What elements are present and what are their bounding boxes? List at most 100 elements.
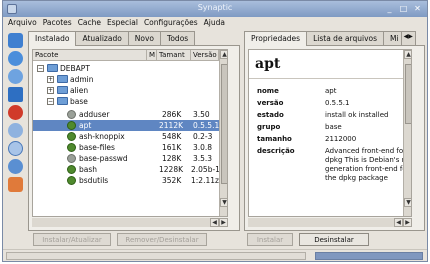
package-list[interactable]: Pacote M Tamant Versão − DEBAPT + admin … xyxy=(32,49,228,217)
stop-icon[interactable] xyxy=(7,105,23,120)
scroll-down-icon[interactable]: ▼ xyxy=(220,198,227,207)
tree-node-admin[interactable]: + admin xyxy=(33,74,219,85)
package-row[interactable]: ash-knoppix 548K 0.2-3 xyxy=(33,131,219,142)
detail-description: Advanced front-end for dpkg This is Debi… xyxy=(325,147,411,182)
menu-cache[interactable]: Cache xyxy=(75,17,104,29)
package-size: 2112K xyxy=(159,121,184,130)
title-bar[interactable]: Synaptic _ □ ✕ xyxy=(3,1,427,17)
tree-node-label: alien xyxy=(70,86,89,95)
scroll-left-icon[interactable]: ◀ xyxy=(210,218,219,227)
users-icon[interactable] xyxy=(7,123,23,138)
remove-uninstall-button[interactable]: Remover/Desinstalar xyxy=(117,233,207,246)
package-browser: Instalado Atualizado Novo Todos Pacote M… xyxy=(28,31,240,231)
package-size: 161K xyxy=(162,143,182,152)
back-icon[interactable] xyxy=(7,69,23,84)
package-row[interactable]: base-files 161K 3.0.8 xyxy=(33,142,219,153)
package-name: adduser xyxy=(79,110,110,119)
package-name: ash-knoppix xyxy=(79,132,125,141)
tab-novo[interactable]: Novo xyxy=(127,31,162,45)
menu-ajuda[interactable]: Ajuda xyxy=(201,17,228,29)
tab-todos[interactable]: Todos xyxy=(160,31,196,45)
detail-label: nome xyxy=(257,87,279,95)
filter-icon[interactable] xyxy=(7,177,23,192)
settings-icon[interactable] xyxy=(7,159,23,174)
scroll-up-icon[interactable]: ▲ xyxy=(404,50,411,59)
collapse-icon[interactable]: − xyxy=(37,65,44,72)
tab-scroll-arrows[interactable]: ◀▶ xyxy=(400,31,416,45)
package-status-icon xyxy=(67,110,76,119)
package-status-icon xyxy=(67,121,76,130)
column-versao[interactable]: Versão xyxy=(191,50,219,61)
expand-icon[interactable]: + xyxy=(47,87,54,94)
expand-icon[interactable]: + xyxy=(47,76,54,83)
package-size: 1228K xyxy=(159,165,184,174)
refresh-icon[interactable] xyxy=(7,33,23,48)
details-scrollbar[interactable]: ▲ ▼ xyxy=(403,50,411,216)
upload-icon[interactable] xyxy=(7,87,23,102)
minimize-button[interactable]: _ xyxy=(384,3,395,14)
scroll-right-icon[interactable]: ▶ xyxy=(403,218,412,227)
package-version: 3.50 xyxy=(193,110,210,119)
maximize-button[interactable]: □ xyxy=(398,3,409,14)
tab-propriedades[interactable]: Propriedades xyxy=(244,31,308,46)
column-pacote[interactable]: Pacote xyxy=(33,50,147,61)
window-title: Synaptic xyxy=(197,3,233,12)
package-version: 0.2-3 xyxy=(193,132,213,141)
tree-node-label: base xyxy=(70,97,88,106)
tree-node-debapt[interactable]: − DEBAPT xyxy=(33,63,219,74)
package-status-icon xyxy=(67,165,76,174)
globe-icon[interactable] xyxy=(7,51,23,66)
menu-arquivo[interactable]: Arquivo xyxy=(5,17,40,29)
tree-node-label: DEBAPT xyxy=(60,64,90,73)
search-icon[interactable] xyxy=(7,141,23,156)
detail-value: 0.5.5.1 xyxy=(325,99,350,107)
tab-lista-de-arquivos[interactable]: Lista de arquivos xyxy=(306,31,385,45)
menu-configuracoes[interactable]: Configurações xyxy=(141,17,201,29)
scroll-down-icon[interactable]: ▼ xyxy=(404,198,411,207)
tab-mi[interactable]: Mi xyxy=(383,31,402,45)
package-status-icon xyxy=(67,154,76,163)
menu-pacotes[interactable]: Pacotes xyxy=(40,17,75,29)
folder-icon xyxy=(57,97,68,105)
scroll-thumb[interactable] xyxy=(221,64,227,184)
package-list-hscrollbar[interactable]: ◀ ▶ xyxy=(32,218,228,227)
tree-node-alien[interactable]: + alien xyxy=(33,85,219,96)
details-frame: apt nome apt versão 0.5.5.1 estado insta… xyxy=(244,45,425,231)
package-list-scrollbar[interactable]: ▲ ▼ xyxy=(219,50,227,216)
details-tabs: Propriedades Lista de arquivos Mi ◀▶ xyxy=(244,31,416,46)
scroll-right-icon[interactable]: ▶ xyxy=(219,218,228,227)
package-row[interactable]: adduser 286K 3.50 xyxy=(33,109,219,120)
detail-value: 2112000 xyxy=(325,135,357,143)
package-row[interactable]: bsdutils 352K 1:2.11z-4 xyxy=(33,175,219,186)
detail-label: descrição xyxy=(257,147,295,155)
column-m[interactable]: M xyxy=(147,50,157,61)
status-bar xyxy=(3,249,427,261)
package-row-selected[interactable]: apt 2112K 0.5.5.1 xyxy=(33,120,219,131)
package-name: apt xyxy=(79,121,92,130)
collapse-icon[interactable]: − xyxy=(47,98,54,105)
tree-node-base[interactable]: − base xyxy=(33,96,219,107)
detail-value: apt xyxy=(325,87,337,95)
scroll-thumb[interactable] xyxy=(405,64,411,124)
package-version: 2.05b-15 xyxy=(191,165,219,174)
tab-instalado[interactable]: Instalado xyxy=(28,31,77,46)
package-version: 1:2.11z-4 xyxy=(191,176,219,185)
detail-value: install ok installed xyxy=(325,111,389,119)
details-hscrollbar[interactable]: ◀ ▶ xyxy=(248,218,412,227)
uninstall-button[interactable]: Desinstalar xyxy=(299,233,369,246)
menu-especial[interactable]: Especial xyxy=(104,17,141,29)
detail-label: versão xyxy=(257,99,284,107)
scroll-up-icon[interactable]: ▲ xyxy=(220,50,227,59)
column-tamanho[interactable]: Tamant xyxy=(157,50,191,61)
package-row[interactable]: bash 1228K 2.05b-15 xyxy=(33,164,219,175)
install-upgrade-button[interactable]: Instalar/Atualizar xyxy=(33,233,111,246)
app-window: Synaptic _ □ ✕ Arquivo Pacotes Cache Esp… xyxy=(2,0,428,262)
scroll-left-icon[interactable]: ◀ xyxy=(394,218,403,227)
install-button[interactable]: Instalar xyxy=(247,233,293,246)
details-panel: Propriedades Lista de arquivos Mi ◀▶ apt… xyxy=(244,31,425,231)
detail-label: tamanho xyxy=(257,135,292,143)
package-row[interactable]: base-passwd 128K 3.5.3 xyxy=(33,153,219,164)
close-button[interactable]: ✕ xyxy=(412,3,423,14)
folder-icon xyxy=(57,75,68,83)
tab-atualizado[interactable]: Atualizado xyxy=(75,31,129,45)
